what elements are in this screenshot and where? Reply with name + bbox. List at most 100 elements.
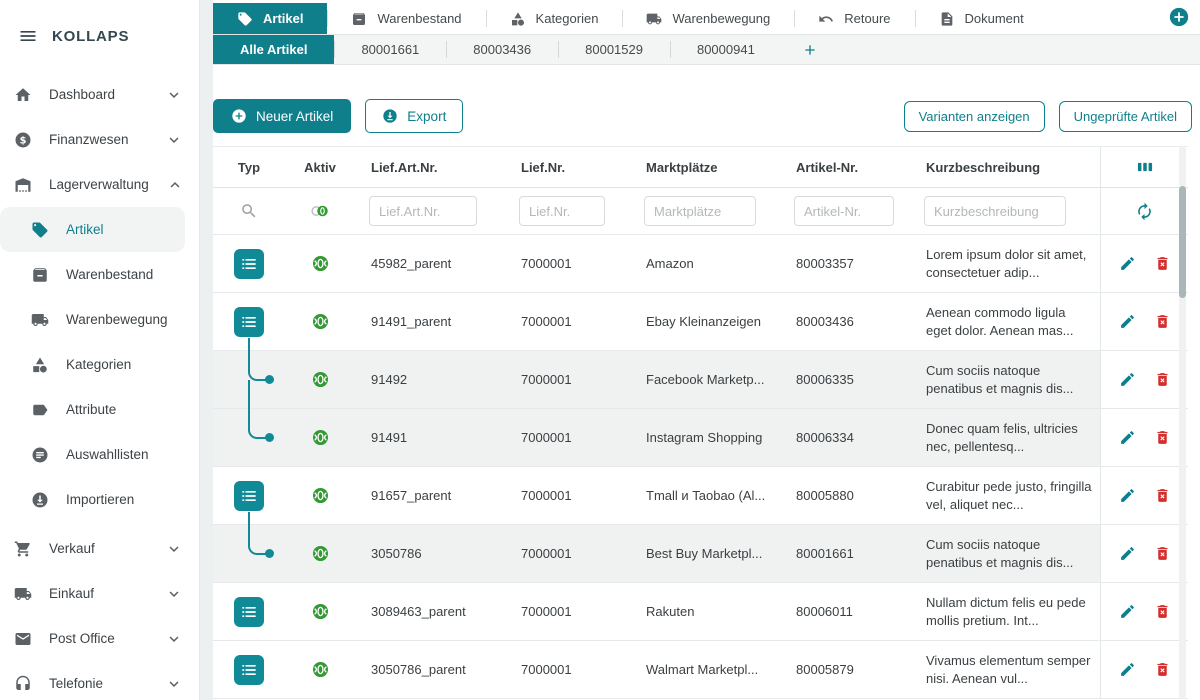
sidebar-item-verkauf[interactable]: Verkauf	[0, 526, 199, 571]
menu-icon[interactable]	[18, 26, 38, 46]
filter-lief-art-nr-input[interactable]	[369, 196, 477, 226]
child-node-dot	[265, 375, 274, 384]
toc-list-icon	[239, 312, 259, 332]
tab-artikel[interactable]: Artikel	[213, 3, 327, 34]
delete-icon[interactable]	[1154, 545, 1171, 562]
scrollbar-track[interactable]	[1179, 146, 1186, 699]
edit-icon[interactable]	[1119, 487, 1136, 504]
sidebar-item-attribute[interactable]: Attribute	[0, 387, 199, 432]
sidebar-item-lagerverwaltung[interactable]: Lagerverwaltung	[0, 162, 199, 207]
sidebar-item-warenbestand[interactable]: Warenbestand	[0, 252, 199, 297]
search-icon	[240, 202, 258, 220]
table-row[interactable]: 45982_parent7000001Amazon80003357Lorem i…	[213, 235, 1188, 293]
parent-article-icon[interactable]	[234, 249, 264, 279]
sidebar-item-auswahllisten[interactable]: Auswahllisten	[0, 432, 199, 477]
article-tab-alle-artikel[interactable]: Alle Artikel	[213, 35, 334, 64]
table-row[interactable]: 91491_parent7000001Ebay Kleinanzeigen800…	[213, 293, 1188, 351]
aktiv-cell	[285, 428, 355, 447]
table-row[interactable]: 3089463_parent7000001Rakuten80006011Null…	[213, 583, 1188, 641]
lief-art-nr-cell: 91657_parent	[355, 488, 505, 503]
active-filter-toggle-icon[interactable]	[310, 201, 330, 221]
delete-icon[interactable]	[1154, 313, 1171, 330]
sidebar-item-label: Warenbewegung	[66, 312, 168, 327]
delete-icon[interactable]	[1154, 371, 1171, 388]
add-article-tab-button[interactable]	[782, 35, 838, 64]
kurzbeschreibung-cell: Curabitur pede justo, fringilla vel, ali…	[910, 478, 1100, 513]
edit-icon[interactable]	[1119, 661, 1136, 678]
parent-article-icon[interactable]	[234, 307, 264, 337]
add-tab-icon[interactable]	[1168, 6, 1190, 28]
sidebar-item-warenbewegung[interactable]: Warenbewegung	[0, 297, 199, 342]
sidebar-item-post-office[interactable]: Post Office	[0, 616, 199, 661]
article-tab-80001529[interactable]: 80001529	[558, 35, 670, 64]
delete-icon[interactable]	[1154, 603, 1171, 620]
lief-nr-cell: 7000001	[505, 430, 630, 445]
article-tab-80000941[interactable]: 80000941	[670, 35, 782, 64]
table-row[interactable]: 30507867000001Best Buy Marketpl...800016…	[213, 525, 1188, 583]
delete-icon[interactable]	[1154, 661, 1171, 678]
new-article-button[interactable]: Neuer Artikel	[213, 99, 351, 133]
scrollbar-thumb[interactable]	[1179, 186, 1186, 298]
edit-icon[interactable]	[1119, 313, 1136, 330]
sidebar-item-einkauf[interactable]: Einkauf	[0, 571, 199, 616]
marktplatz-cell: Walmart Marketpl...	[630, 662, 780, 677]
export-button[interactable]: Export	[365, 99, 463, 133]
edit-icon[interactable]	[1119, 545, 1136, 562]
sidebar-item-dashboard[interactable]: Dashboard	[0, 72, 199, 117]
marktplatz-cell: Facebook Marketp...	[630, 372, 780, 387]
article-tab-80003436[interactable]: 80003436	[446, 35, 558, 64]
delete-icon[interactable]	[1154, 429, 1171, 446]
tree-connector-line	[248, 380, 266, 439]
chevron-down-icon	[165, 675, 183, 693]
parent-article-icon[interactable]	[234, 655, 264, 685]
table-row[interactable]: 91657_parent7000001Tmall и Taobao (Al...…	[213, 467, 1188, 525]
table-row[interactable]: 914917000001Instagram Shopping80006334Do…	[213, 409, 1188, 467]
edit-icon[interactable]	[1119, 429, 1136, 446]
show-variants-label: Varianten anzeigen	[919, 109, 1030, 124]
sidebar-item-label: Warenbestand	[66, 267, 153, 282]
show-variants-button[interactable]: Varianten anzeigen	[904, 101, 1045, 132]
tab-dokument[interactable]: Dokument	[915, 3, 1048, 34]
lief-nr-cell: 7000001	[505, 314, 630, 329]
edit-icon[interactable]	[1119, 603, 1136, 620]
tab-label: 80000941	[697, 42, 755, 57]
active-status-icon	[311, 486, 330, 505]
view-columns-icon[interactable]	[1135, 157, 1155, 177]
column-header-aktiv: Aktiv	[285, 160, 355, 175]
table-row[interactable]: 3050786_parent7000001Walmart Marketpl...…	[213, 641, 1188, 699]
parent-article-icon[interactable]	[234, 481, 264, 511]
toc-list-icon	[239, 254, 259, 274]
brand-logo: KOLLAPS	[52, 28, 129, 45]
sidebar-item-artikel[interactable]: Artikel	[0, 207, 185, 252]
sidebar-item-finanzwesen[interactable]: $Finanzwesen	[0, 117, 199, 162]
edit-icon[interactable]	[1119, 371, 1136, 388]
sidebar-item-telefonie[interactable]: Telefonie	[0, 661, 199, 700]
table-row[interactable]: 914927000001Facebook Marketp...80006335C…	[213, 351, 1188, 409]
article-tab-80001661[interactable]: 80001661	[334, 35, 446, 64]
refresh-icon[interactable]	[1135, 202, 1154, 221]
lief-nr-cell: 7000001	[505, 662, 630, 677]
parent-article-icon[interactable]	[234, 597, 264, 627]
tab-warenbestand[interactable]: Warenbestand	[327, 3, 485, 34]
actions-cell	[1100, 235, 1188, 292]
sidebar-item-importieren[interactable]: Importieren	[0, 477, 199, 522]
sidebar-item-kategorien[interactable]: Kategorien	[0, 342, 199, 387]
filter-row	[213, 188, 1188, 235]
edit-icon[interactable]	[1119, 255, 1136, 272]
delete-icon[interactable]	[1154, 255, 1171, 272]
headset-icon	[14, 675, 32, 693]
filter-lief-nr-input[interactable]	[519, 196, 605, 226]
lief-art-nr-cell: 91492	[355, 372, 505, 387]
tab-kategorien[interactable]: Kategorien	[486, 3, 623, 34]
delete-icon[interactable]	[1154, 487, 1171, 504]
marktplatz-cell: Ebay Kleinanzeigen	[630, 314, 780, 329]
child-node-dot	[265, 433, 274, 442]
tab-retoure[interactable]: Retoure	[794, 3, 914, 34]
unchecked-articles-button[interactable]: Ungeprüfte Artikel	[1059, 101, 1192, 132]
tab-warenbewegung[interactable]: Warenbewegung	[622, 3, 794, 34]
filter-artikel-nr-input[interactable]	[794, 196, 894, 226]
filter-marktplaetze-input[interactable]	[644, 196, 756, 226]
column-header-lief-art-nr: Lief.Art.Nr.	[355, 160, 505, 175]
filter-kurzbeschreibung-input[interactable]	[924, 196, 1066, 226]
toc-list-icon	[239, 660, 259, 680]
